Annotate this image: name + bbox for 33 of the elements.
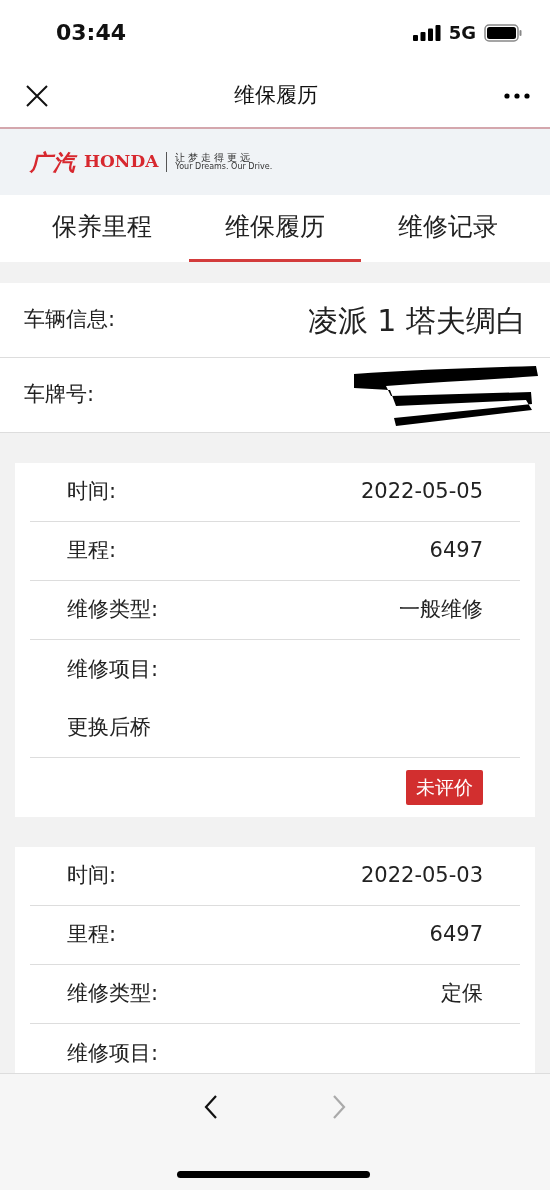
tab[interactable]: 维修记录 <box>361 195 534 262</box>
field-label: 维修类型: <box>67 596 159 624</box>
field-label: 车牌号: <box>24 381 95 409</box>
field-value: 6497 <box>429 921 483 949</box>
field-label: 维修项目: <box>67 655 159 683</box>
chevron-right-icon <box>331 1094 347 1120</box>
repair-item: 更换后桥 <box>67 714 151 742</box>
field-value: 2022-05-03 <box>360 862 483 890</box>
field-value: 定保 <box>441 980 483 1008</box>
brand-name: HONDA <box>84 150 159 174</box>
field-value: 凌派 1 塔夫绸白 <box>307 301 526 340</box>
battery-icon <box>484 23 522 42</box>
status-time: 03:44 <box>56 19 127 47</box>
field-value: 6497 <box>429 537 483 565</box>
network-label: 5G <box>448 21 476 45</box>
page-title: 维保履历 <box>234 82 318 110</box>
field-label: 维修项目: <box>67 1039 159 1067</box>
field-label: 时间: <box>67 478 117 506</box>
field-label: 时间: <box>67 862 117 890</box>
close-icon[interactable] <box>26 85 48 107</box>
brand-logo: 广汽 <box>30 148 76 177</box>
field-value: 2022-05-05 <box>360 478 483 506</box>
slogan: Your Dreams. Our Drive. <box>175 163 273 172</box>
field-label: 维修类型: <box>67 980 159 1008</box>
rating-button[interactable]: 未评价 <box>406 770 483 805</box>
tab[interactable]: 保养里程 <box>16 195 189 262</box>
chevron-left-icon <box>203 1094 219 1120</box>
field-label: 车辆信息: <box>24 306 116 334</box>
field-label: 里程: <box>67 921 117 949</box>
signal-icon <box>412 24 441 41</box>
field-value: 一般维修 <box>399 596 483 624</box>
more-icon[interactable] <box>504 93 530 99</box>
field-label: 里程: <box>67 537 117 565</box>
